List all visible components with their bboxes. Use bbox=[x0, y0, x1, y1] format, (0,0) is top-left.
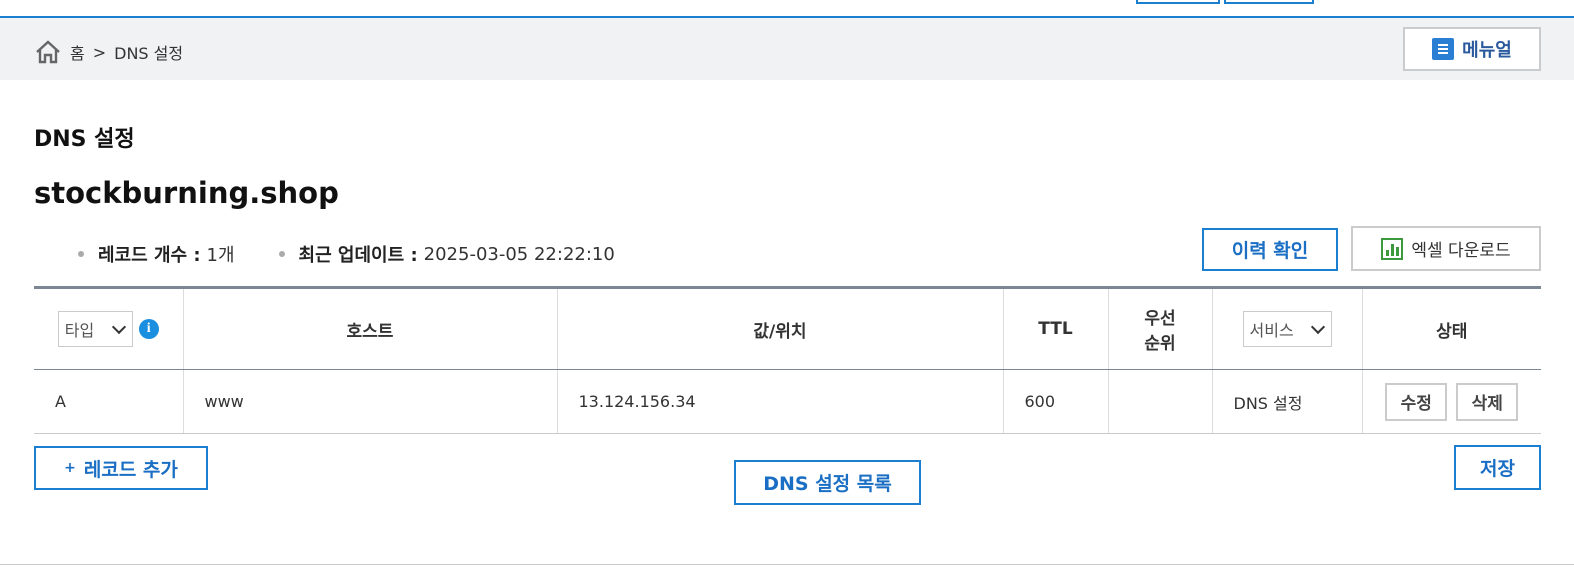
record-meta: 레코드 개수 : 1개 최근 업데이트 : 2025-03-05 22:22:1… bbox=[78, 241, 659, 267]
history-button[interactable]: 이력 확인 bbox=[1202, 228, 1338, 271]
page-title: DNS 설정 bbox=[34, 127, 135, 152]
home-icon[interactable] bbox=[34, 38, 62, 66]
breadcrumb-bar: 홈 > DNS 설정 메뉴얼 bbox=[0, 18, 1574, 80]
bullet-icon bbox=[278, 251, 285, 257]
header-ttl: TTL bbox=[1003, 286, 1109, 370]
record-count-value: 1개 bbox=[206, 245, 235, 266]
manual-button-label: 메뉴얼 bbox=[1462, 40, 1512, 61]
top-nav-tab-2[interactable] bbox=[1224, 0, 1314, 4]
chevron-down-icon bbox=[111, 319, 126, 335]
header-service: 서비스 bbox=[1212, 286, 1363, 370]
add-record-label: 레코드 추가 bbox=[83, 458, 178, 481]
header-status: 상태 bbox=[1362, 286, 1541, 370]
manual-button[interactable]: 메뉴얼 bbox=[1403, 27, 1541, 71]
domain-name: stockburning.shop bbox=[34, 176, 339, 210]
dns-list-button[interactable]: DNS 설정 목록 bbox=[734, 460, 921, 505]
last-updated-label: 최근 업데이트 : bbox=[298, 245, 418, 266]
excel-chart-icon bbox=[1381, 237, 1404, 260]
add-record-button[interactable]: + 레코드 추가 bbox=[34, 446, 208, 490]
excel-download-button[interactable]: 엑셀 다운로드 bbox=[1351, 226, 1541, 271]
cell-type: A bbox=[34, 369, 184, 434]
bullet-icon bbox=[78, 251, 84, 257]
header-priority-line2: 순위 bbox=[1144, 334, 1176, 354]
table-row: A www 13.124.156.34 600 DNS 설정 수정 삭제 bbox=[34, 369, 1541, 434]
chevron-down-icon bbox=[1310, 319, 1325, 335]
record-count-label: 레코드 개수 : bbox=[98, 245, 201, 266]
cell-priority bbox=[1108, 369, 1213, 434]
dns-records-table: 타입 i 호스트 값/위치 TTL 우선 순위 서비스 상태 A www 13.… bbox=[34, 286, 1541, 434]
header-type: 타입 i bbox=[34, 286, 184, 370]
plus-icon: + bbox=[64, 460, 76, 476]
header-priority-line1: 우선 bbox=[1144, 309, 1176, 329]
info-icon[interactable]: i bbox=[138, 319, 159, 339]
breadcrumb: 홈 > DNS 설정 bbox=[34, 38, 183, 66]
record-count: 레코드 개수 : 1개 bbox=[78, 241, 235, 267]
cell-status: 수정 삭제 bbox=[1362, 369, 1541, 434]
edit-button[interactable]: 수정 bbox=[1385, 382, 1448, 421]
breadcrumb-separator: > bbox=[92, 42, 107, 62]
excel-download-label: 엑셀 다운로드 bbox=[1411, 241, 1511, 261]
cell-ttl: 600 bbox=[1003, 369, 1109, 434]
manual-list-icon bbox=[1432, 38, 1455, 60]
last-updated-value: 2025-03-05 22:22:10 bbox=[423, 243, 615, 265]
save-button[interactable]: 저장 bbox=[1454, 445, 1541, 490]
header-host: 호스트 bbox=[183, 286, 558, 370]
header-value: 값/위치 bbox=[557, 286, 1004, 370]
bottom-divider bbox=[0, 564, 1574, 565]
service-filter-label: 서비스 bbox=[1249, 321, 1294, 340]
cell-value: 13.124.156.34 bbox=[557, 369, 1004, 434]
service-filter-select[interactable]: 서비스 bbox=[1242, 311, 1332, 347]
type-filter-select[interactable]: 타입 bbox=[57, 311, 133, 347]
cell-host: www bbox=[183, 369, 558, 434]
header-priority: 우선 순위 bbox=[1108, 286, 1213, 370]
last-updated: 최근 업데이트 : 2025-03-05 22:22:10 bbox=[278, 241, 615, 267]
top-nav-tab-1[interactable] bbox=[1136, 0, 1220, 4]
delete-button[interactable]: 삭제 bbox=[1456, 382, 1519, 421]
breadcrumb-home[interactable]: 홈 bbox=[70, 40, 85, 64]
type-filter-label: 타입 bbox=[64, 321, 95, 340]
table-header-row: 타입 i 호스트 값/위치 TTL 우선 순위 서비스 상태 bbox=[34, 286, 1541, 370]
breadcrumb-current: DNS 설정 bbox=[114, 44, 184, 63]
cell-service: DNS 설정 bbox=[1212, 369, 1363, 434]
